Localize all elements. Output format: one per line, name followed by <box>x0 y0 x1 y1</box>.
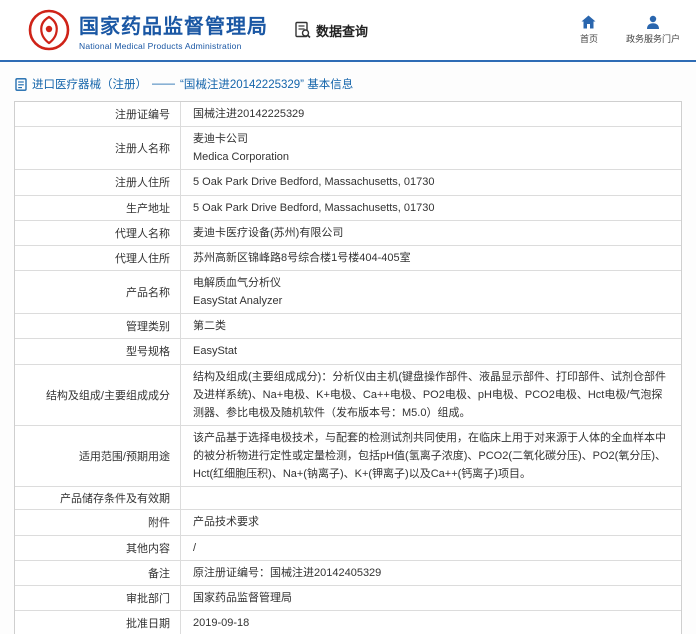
row-label: 备注 <box>15 561 181 585</box>
nav-home-label: 首页 <box>580 32 598 45</box>
registration-table: 注册证编号 国械注进20142225329 注册人名称 麦迪卡公司 Medica… <box>14 101 682 634</box>
document-icon <box>15 78 27 91</box>
table-row: 注册人名称 麦迪卡公司 Medica Corporation <box>15 126 681 169</box>
table-row: 生产地址 5 Oak Park Drive Bedford, Massachus… <box>15 195 681 220</box>
row-label: 注册证编号 <box>15 102 181 126</box>
row-value-cell: 第二类 <box>181 314 681 338</box>
table-row: 代理人名称 麦迪卡医疗设备(苏州)有限公司 <box>15 220 681 245</box>
site-title-cn: 国家药品监督管理局 <box>79 10 268 39</box>
nav-data-query[interactable]: 数据查询 <box>294 21 368 40</box>
row-value-cell: 国家药品监督管理局 <box>181 586 681 610</box>
table-row: 审批部门 国家药品监督管理局 <box>15 585 681 610</box>
nmpa-logo-icon[interactable] <box>28 9 70 51</box>
row-value-cell <box>181 487 681 509</box>
table-row: 批准日期 2019-09-18 <box>15 610 681 634</box>
row-value: 第二类 <box>193 317 226 335</box>
row-label: 附件 <box>15 510 181 534</box>
row-label: 审批部门 <box>15 586 181 610</box>
row-value: 国械注进20142225329 <box>193 105 304 123</box>
site-header: 国家药品监督管理局 National Medical Products Admi… <box>0 0 696 60</box>
row-value: 电解质血气分析仪 EasyStat Analyzer <box>193 274 282 310</box>
row-label: 批准日期 <box>15 611 181 634</box>
row-label: 产品名称 <box>15 271 181 313</box>
row-label: 产品储存条件及有效期 <box>15 487 181 509</box>
main-content: 进口医疗器械（注册） —— “国械注进20142225329” 基本信息 注册证… <box>0 62 696 634</box>
breadcrumb-section[interactable]: 进口医疗器械（注册） <box>32 76 147 92</box>
table-row: 其他内容 / <box>15 535 681 560</box>
row-label: 代理人住所 <box>15 246 181 270</box>
breadcrumb-dash: —— <box>152 78 175 90</box>
table-row: 结构及组成/主要组成成分 结构及组成(主要组成成分)：分析仪由主机(键盘操作部件… <box>15 364 681 425</box>
table-row: 适用范围/预期用途 该产品基于选择电极技术，与配套的检测试剂共同使用，在临床上用… <box>15 425 681 486</box>
row-value: 结构及组成(主要组成成分)：分析仪由主机(键盘操作部件、液晶显示部件、打印部件、… <box>193 368 669 422</box>
row-label: 结构及组成/主要组成成分 <box>15 365 181 425</box>
row-value: 原注册证编号：国械注进20142405329 <box>193 564 381 582</box>
row-value: 该产品基于选择电极技术，与配套的检测试剂共同使用，在临床上用于对来源于人体的全血… <box>193 429 669 483</box>
row-value: 产品技术要求 <box>193 513 259 531</box>
row-value-cell: 产品技术要求 <box>181 510 681 534</box>
row-label: 适用范围/预期用途 <box>15 426 181 486</box>
row-value: / <box>193 539 196 557</box>
row-label: 代理人名称 <box>15 221 181 245</box>
row-value-cell: 苏州高新区锦峰路8号综合楼1号楼404-405室 <box>181 246 681 270</box>
row-label: 注册人住所 <box>15 170 181 194</box>
breadcrumb: 进口医疗器械（注册） —— “国械注进20142225329” 基本信息 <box>15 76 682 92</box>
row-value-cell: 2019-09-18 <box>181 611 681 634</box>
table-row: 注册证编号 国械注进20142225329 <box>15 102 681 126</box>
breadcrumb-detail: “国械注进20142225329” 基本信息 <box>180 76 353 92</box>
data-query-label: 数据查询 <box>316 21 368 40</box>
row-value-cell: / <box>181 536 681 560</box>
row-value-cell: 原注册证编号：国械注进20142405329 <box>181 561 681 585</box>
table-row: 代理人住所 苏州高新区锦峰路8号综合楼1号楼404-405室 <box>15 245 681 270</box>
table-row: 注册人住所 5 Oak Park Drive Bedford, Massachu… <box>15 169 681 194</box>
nav-portal[interactable]: 政务服务门户 <box>626 15 680 45</box>
site-title-block[interactable]: 国家药品监督管理局 National Medical Products Admi… <box>79 10 268 51</box>
table-row: 备注 原注册证编号：国械注进20142405329 <box>15 560 681 585</box>
table-row: 附件 产品技术要求 <box>15 509 681 534</box>
row-value: 5 Oak Park Drive Bedford, Massachusetts,… <box>193 173 435 191</box>
row-label: 管理类别 <box>15 314 181 338</box>
row-value-cell: 电解质血气分析仪 EasyStat Analyzer <box>181 271 681 313</box>
table-row: 产品名称 电解质血气分析仪 EasyStat Analyzer <box>15 270 681 313</box>
user-icon <box>646 15 660 29</box>
table-row: 产品储存条件及有效期 <box>15 486 681 509</box>
row-value-cell: 国械注进20142225329 <box>181 102 681 126</box>
header-nav-right: 首页 政务服务门户 <box>580 15 680 45</box>
row-value-cell: 麦迪卡医疗设备(苏州)有限公司 <box>181 221 681 245</box>
table-row: 型号规格 EasyStat <box>15 338 681 363</box>
data-query-icon <box>294 21 312 39</box>
row-value: EasyStat <box>193 342 237 360</box>
row-value-cell: 结构及组成(主要组成成分)：分析仪由主机(键盘操作部件、液晶显示部件、打印部件、… <box>181 365 681 425</box>
row-label: 型号规格 <box>15 339 181 363</box>
row-value: 苏州高新区锦峰路8号综合楼1号楼404-405室 <box>193 249 411 267</box>
site-title-en: National Medical Products Administration <box>79 41 268 51</box>
row-value-cell: 该产品基于选择电极技术，与配套的检测试剂共同使用，在临床上用于对来源于人体的全血… <box>181 426 681 486</box>
row-value: 2019-09-18 <box>193 614 249 632</box>
nav-home[interactable]: 首页 <box>580 15 598 45</box>
home-icon <box>581 15 596 29</box>
row-value-cell: 5 Oak Park Drive Bedford, Massachusetts,… <box>181 196 681 220</box>
row-value-cell: EasyStat <box>181 339 681 363</box>
row-value-cell: 麦迪卡公司 Medica Corporation <box>181 127 681 169</box>
row-value: 国家药品监督管理局 <box>193 589 292 607</box>
table-row: 管理类别 第二类 <box>15 313 681 338</box>
row-value-cell: 5 Oak Park Drive Bedford, Massachusetts,… <box>181 170 681 194</box>
row-label: 注册人名称 <box>15 127 181 169</box>
row-value: 麦迪卡公司 Medica Corporation <box>193 130 289 166</box>
row-label: 生产地址 <box>15 196 181 220</box>
row-value: 麦迪卡医疗设备(苏州)有限公司 <box>193 224 343 242</box>
nav-portal-label: 政务服务门户 <box>626 32 680 45</box>
row-value: 5 Oak Park Drive Bedford, Massachusetts,… <box>193 199 435 217</box>
row-label: 其他内容 <box>15 536 181 560</box>
